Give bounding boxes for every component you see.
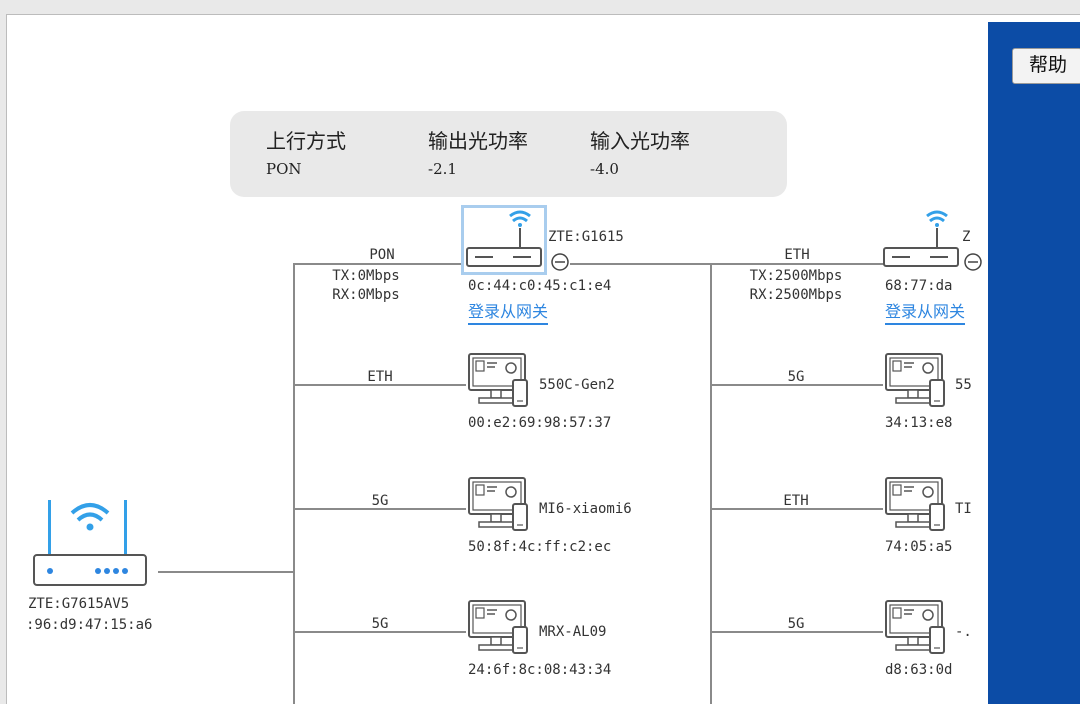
- computer-icon[interactable]: [884, 599, 950, 661]
- uplink-mode-value: PON: [266, 160, 302, 178]
- help-button[interactable]: 帮助: [1012, 48, 1080, 84]
- input-power-value: -4.0: [590, 160, 619, 178]
- computer-icon[interactable]: [884, 476, 950, 538]
- link-type-label: 5G: [787, 369, 805, 385]
- trunk-line-1: [293, 263, 295, 704]
- uplink-mode-column: 上行方式 PON: [266, 125, 346, 178]
- input-power-column: 输入光功率 -4.0: [590, 125, 690, 178]
- link-type-label: ETH: [367, 369, 393, 385]
- client-mac: 34:13:e8: [885, 415, 953, 431]
- client-mac: d8:63:0d: [885, 662, 953, 678]
- link-tx-rate: TX:2500Mbps: [749, 268, 843, 284]
- computer-icon[interactable]: [884, 352, 950, 414]
- client-mac: 50:8f:4c:ff:c2:ec: [468, 539, 612, 555]
- link-tx-rate: TX:0Mbps: [332, 268, 400, 284]
- client-name: 55: [955, 377, 972, 393]
- link-type-pon: PON: [369, 247, 395, 263]
- sub-gateway-mac: 0c:44:c0:45:c1:e4: [468, 278, 612, 294]
- client-name: MI6-xiaomi6: [539, 501, 632, 517]
- link-type-label: 5G: [371, 616, 389, 632]
- link-rx-rate: RX:0Mbps: [332, 287, 400, 303]
- link-type-eth: ETH: [784, 247, 810, 263]
- client-name: 550C-Gen2: [539, 377, 615, 393]
- main-router-icon[interactable]: [30, 495, 150, 594]
- sub-router-icon[interactable]: [463, 208, 545, 276]
- login-sub-gateway-link[interactable]: 登录从网关: [468, 303, 549, 325]
- link-type-label: ETH: [783, 493, 809, 509]
- client-name: MRX-AL09: [539, 624, 607, 640]
- main-uplink-line: [158, 571, 294, 573]
- link-type-label: 5G: [371, 493, 389, 509]
- sub-gateway-model: Z: [962, 229, 971, 245]
- input-power-label: 输入光功率: [590, 131, 690, 153]
- client-name: -.: [955, 624, 972, 640]
- sub-gateway-model: ZTE:G1615: [548, 229, 624, 245]
- main-gateway-mac: :96:d9:47:15:a6: [26, 617, 153, 633]
- sub-gateway-mac: 68:77:da: [885, 278, 953, 294]
- topology-canvas: 上行方式 PON 输出光功率 -2.1 输入光功率 -4.0 ZTE:G7615…: [0, 0, 988, 704]
- output-power-value: -2.1: [428, 160, 457, 178]
- trunk-line-2: [710, 263, 712, 704]
- sub-router-icon[interactable]: [880, 208, 962, 276]
- output-power-label: 输出光功率: [428, 131, 528, 153]
- help-side-panel: [988, 22, 1080, 704]
- app-window: 上行方式 PON 输出光功率 -2.1 输入光功率 -4.0 ZTE:G7615…: [0, 0, 1080, 704]
- link-rx-rate: RX:2500Mbps: [749, 287, 843, 303]
- client-mac: 00:e2:69:98:57:37: [468, 415, 612, 431]
- link-type-label: 5G: [787, 616, 805, 632]
- output-power-column: 输出光功率 -2.1: [428, 125, 528, 178]
- client-name: TI: [955, 501, 972, 517]
- login-sub-gateway-link[interactable]: 登录从网关: [885, 303, 966, 325]
- computer-icon[interactable]: [467, 599, 533, 661]
- uplink-mode-label: 上行方式: [266, 131, 346, 153]
- computer-icon[interactable]: [467, 352, 533, 414]
- client-mac: 74:05:a5: [885, 539, 953, 555]
- main-gateway-model: ZTE:G7615AV5: [28, 596, 130, 612]
- collapse-node-icon[interactable]: [550, 252, 570, 276]
- computer-icon[interactable]: [467, 476, 533, 538]
- client-mac: 24:6f:8c:08:43:34: [468, 662, 612, 678]
- collapse-node-icon[interactable]: [963, 252, 983, 276]
- uplink-info-box: 上行方式 PON 输出光功率 -2.1 输入光功率 -4.0: [230, 111, 787, 197]
